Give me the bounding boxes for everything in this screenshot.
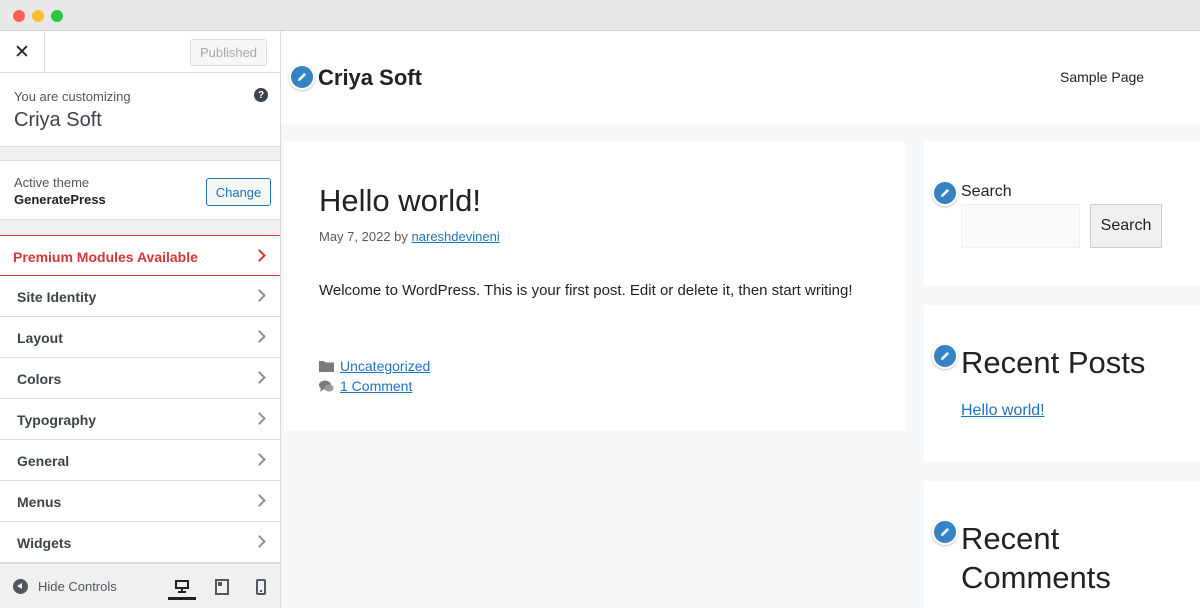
section-label: Colors [17,371,62,387]
section-layout[interactable]: Layout [0,317,280,358]
publish-button[interactable]: Published [190,39,267,66]
nav-sample-page[interactable]: Sample Page [1060,69,1144,85]
post-by-label: by [394,229,408,244]
recent-posts-widget: Recent Posts Hello world! [924,305,1200,462]
section-site-identity[interactable]: Site Identity [0,276,280,317]
window-close-button[interactable] [13,10,25,22]
chevron-right-icon [253,412,266,425]
section-widgets[interactable]: Widgets [0,522,280,563]
section-label: Premium Modules Available [13,249,198,265]
pencil-icon [941,528,949,536]
section-label: Layout [17,330,63,346]
chevron-right-icon [253,330,266,343]
active-theme-name: GeneratePress [14,192,106,207]
tablet-icon [215,579,229,595]
collapse-arrow-icon[interactable] [13,579,28,594]
chevron-right-icon [253,535,266,548]
close-icon: ✕ [14,41,30,63]
section-label: General [17,453,70,469]
change-theme-button[interactable]: Change [206,178,271,206]
customizing-info: You are customizing Criya Soft ? [0,73,280,147]
post-author-link[interactable]: nareshdevineni [412,229,500,244]
chevron-right-icon [253,453,266,466]
recent-comments-widget: Recent Comments [924,481,1200,608]
chevron-right-icon [253,289,266,302]
recent-comments-title: Recent Comments [961,521,1111,595]
folder-icon [319,360,334,372]
site-header: Criya Soft Sample Page [281,31,1200,124]
active-theme-label: Active theme [14,175,90,190]
search-label: Search [961,183,1012,200]
section-label: Typography [17,412,97,428]
window-titlebar [0,0,1200,31]
section-premium-modules[interactable]: Premium Modules Available [0,235,280,276]
chevron-right-icon [253,371,266,384]
recent-post-link[interactable]: Hello world! [961,402,1045,420]
pencil-icon [941,189,949,197]
window-maximize-button[interactable] [51,10,63,22]
comments-icon [319,380,334,393]
window-minimize-button[interactable] [32,10,44,22]
category-link[interactable]: Uncategorized [340,358,430,374]
search-input[interactable] [961,204,1080,248]
section-menus[interactable]: Menus [0,481,280,522]
mobile-icon [256,579,266,595]
post-date: May 7, 2022 [319,229,391,244]
section-general[interactable]: General [0,440,280,481]
edit-shortcut-site-title[interactable] [289,64,315,90]
post-article: Hello world! May 7, 2022 by nareshdevine… [284,142,905,431]
preview-mobile-button[interactable] [247,574,275,600]
preview-desktop-button[interactable] [168,574,196,600]
site-title[interactable]: Criya Soft [318,65,422,91]
edit-shortcut-search-widget[interactable] [932,180,958,206]
edit-shortcut-recent-comments[interactable] [932,519,958,545]
customizer-sidebar: ✕ Published You are customizing Criya So… [0,31,281,608]
post-content: Welcome to WordPress. This is your first… [319,282,853,299]
site-preview: Criya Soft Sample Page Hello world! May … [281,31,1200,608]
customizing-site-name: Criya Soft [14,109,102,131]
edit-shortcut-recent-posts[interactable] [932,343,958,369]
preview-tablet-button[interactable] [208,574,236,600]
customizer-sections: Premium Modules Available Site Identity … [0,235,280,563]
section-typography[interactable]: Typography [0,399,280,440]
section-label: Menus [17,494,62,510]
comments-link[interactable]: 1 Comment [340,378,412,394]
customizer-footer: Hide Controls [0,563,280,608]
section-label: Site Identity [17,289,97,305]
chevron-right-icon [253,249,266,262]
pencil-icon [298,73,306,81]
post-title[interactable]: Hello world! [319,183,481,219]
customizer-header: ✕ Published [0,31,280,73]
search-button[interactable]: Search [1090,204,1162,248]
pencil-icon [941,352,949,360]
post-footer: Uncategorized 1 Comment [319,356,430,396]
customizing-label: You are customizing [14,89,131,104]
active-theme-panel: Active theme GeneratePress Change [0,160,280,220]
desktop-icon [175,579,189,593]
chevron-right-icon [253,494,266,507]
help-icon[interactable]: ? [254,88,268,102]
post-meta: May 7, 2022 by nareshdevineni [319,229,500,244]
section-colors[interactable]: Colors [0,358,280,399]
recent-posts-title: Recent Posts [961,345,1146,380]
hide-controls-button[interactable]: Hide Controls [38,579,117,594]
section-label: Widgets [17,535,72,551]
close-customizer-button[interactable]: ✕ [0,31,45,73]
search-widget: Search Search [924,142,1200,286]
